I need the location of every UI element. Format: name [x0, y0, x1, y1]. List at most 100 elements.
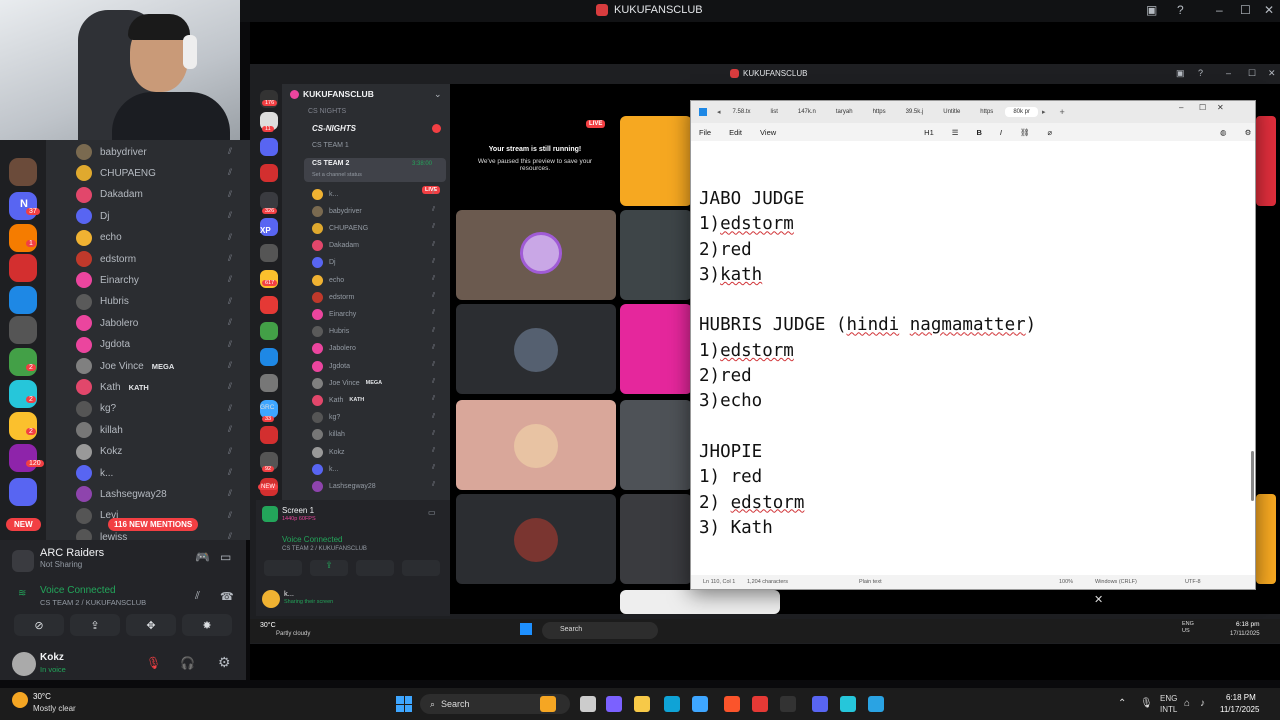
member-row[interactable]: Dakadam: [76, 185, 143, 205]
weather-temp[interactable]: 30°C: [33, 692, 51, 701]
server-icon[interactable]: [9, 224, 37, 252]
chrome-icon[interactable]: [752, 696, 768, 712]
maximize-button[interactable]: ☐: [1240, 3, 1251, 17]
inner-username: k...: [284, 589, 295, 598]
language-primary[interactable]: ENG: [1160, 694, 1177, 703]
weather-icon[interactable]: [12, 692, 28, 708]
telegram-icon[interactable]: [868, 696, 884, 712]
member-row[interactable]: Kokz: [76, 442, 122, 462]
text-line: 1)edstorm: [699, 339, 1247, 364]
language-secondary[interactable]: INTL: [1160, 705, 1177, 714]
store-icon[interactable]: [692, 696, 708, 712]
vpn-icon[interactable]: [840, 696, 856, 712]
server-icon[interactable]: [9, 254, 37, 282]
settings-icon[interactable]: ⚙: [218, 654, 231, 671]
member-name: Dj: [100, 210, 110, 222]
member-name: Kokz: [100, 446, 123, 458]
inner-member-name: Kath: [329, 396, 344, 404]
member-row[interactable]: Jgdota: [76, 335, 130, 355]
activities-button[interactable]: ✥: [126, 614, 176, 636]
brave-icon[interactable]: [724, 696, 740, 712]
new-pill[interactable]: NEW: [6, 518, 41, 531]
soundboard-button[interactable]: ✸: [182, 614, 232, 636]
member-row[interactable]: Lashsegway28: [76, 484, 167, 504]
copilot-icon[interactable]: [606, 696, 622, 712]
inner-member-avatar: [312, 463, 323, 475]
member-row[interactable]: k...: [76, 463, 113, 483]
camera-button[interactable]: ⊘: [14, 614, 64, 636]
discord-icon[interactable]: [812, 696, 828, 712]
disconnect-icon[interactable]: ☎: [220, 590, 234, 603]
help-icon[interactable]: ?: [1177, 3, 1184, 17]
deafen-icon[interactable]: 🎧: [180, 656, 195, 670]
screen-quality: 1440p 60FPS: [282, 516, 316, 522]
member-row[interactable]: Jabolero: [76, 313, 138, 333]
text-line: [699, 288, 1247, 313]
member-row[interactable]: Hubris: [76, 292, 129, 312]
server-icon[interactable]: [9, 478, 37, 506]
channel-cs-team-2: CS TEAM 2: [312, 160, 350, 167]
notepad-tabs: ◂ 7.58.tx list 147k.n taryah https 39.5k.j Unti…: [691, 101, 1255, 123]
controller-icon[interactable]: 🎮: [195, 550, 210, 564]
screen-icon[interactable]: ▣: [1146, 3, 1157, 17]
muted-mic-icon: ⫽: [228, 295, 233, 306]
member-name: k...: [100, 467, 114, 479]
new-mentions-pill[interactable]: 116 NEW MENTIONS: [108, 518, 199, 531]
voice-status[interactable]: Voice Connected: [40, 585, 116, 596]
member-row[interactable]: edstorm: [76, 249, 136, 269]
edge-icon[interactable]: [664, 696, 680, 712]
pen-icon[interactable]: [780, 696, 796, 712]
server-icon[interactable]: [9, 348, 37, 376]
volume-icon[interactable]: ♪: [1200, 698, 1205, 709]
server-icon[interactable]: [9, 158, 37, 186]
inner-member-row: k...: [312, 461, 338, 477]
clock-date[interactable]: 11/17/2025: [1220, 705, 1259, 714]
participant-avatar: [520, 232, 562, 274]
weather-desc[interactable]: Mostly clear: [33, 704, 76, 713]
voice-channel[interactable]: CS TEAM 2 / KUKUFANSCLUB: [40, 598, 146, 607]
member-row[interactable]: killah: [76, 420, 123, 440]
minimize-button[interactable]: –: [1216, 3, 1223, 17]
noise-suppression-icon[interactable]: ⫽: [195, 590, 200, 603]
inner-muted-icon: ⫽: [432, 429, 436, 437]
file-explorer-icon[interactable]: [634, 696, 650, 712]
inner-user-status: Sharing their screen: [284, 599, 334, 605]
member-row[interactable]: Kath KATH: [76, 377, 149, 397]
member-row[interactable]: kg?: [76, 399, 116, 419]
username[interactable]: Kokz: [40, 652, 64, 663]
member-row[interactable]: CHUPAENG: [76, 163, 156, 183]
notepad-app-icon: [699, 108, 707, 116]
webcam-overlay: [0, 0, 240, 140]
inner-member-row: Kath KATH: [312, 392, 364, 408]
mute-icon[interactable]: 🎙: [146, 656, 161, 670]
tray-mic-icon[interactable]: 🎙: [1140, 698, 1153, 709]
tray-chevron-icon[interactable]: ⌃: [1118, 698, 1126, 709]
widgets-icon[interactable]: [540, 696, 556, 712]
inner-member-avatar: [312, 257, 323, 269]
server-badge: 2: [26, 428, 36, 435]
task-view-icon[interactable]: [580, 696, 596, 712]
member-row[interactable]: echo: [76, 228, 122, 248]
text-segment: 3): [699, 264, 721, 285]
server-icon[interactable]: [9, 286, 37, 314]
server-icon[interactable]: [9, 380, 37, 408]
inner-member-row: kg?: [312, 410, 340, 426]
clock-time[interactable]: 6:18 PM: [1226, 693, 1256, 702]
start-icon[interactable]: [396, 696, 412, 712]
server-icon[interactable]: [9, 412, 37, 440]
inner-user-panel: Screen 1 1440p 60FPS ▭ Voice Connected C…: [256, 500, 450, 616]
server-icon[interactable]: [9, 316, 37, 344]
member-row[interactable]: babydriver: [76, 142, 147, 162]
close-button[interactable]: ✕: [1264, 3, 1274, 17]
share-screen-icon[interactable]: ▭: [220, 550, 231, 564]
server-icon[interactable]: [9, 444, 37, 472]
user-status: In voice: [40, 665, 66, 674]
member-row[interactable]: Dj: [76, 206, 109, 226]
avatar[interactable]: [12, 652, 36, 676]
screen-share-button[interactable]: ⇪: [70, 614, 120, 636]
notepad-close-icon: ✕: [1217, 103, 1224, 112]
member-row[interactable]: Einarchy: [76, 270, 139, 290]
member-row[interactable]: Joe Vince MEGA: [76, 356, 174, 376]
network-icon[interactable]: ⌂: [1184, 698, 1190, 709]
member-avatar: [76, 443, 92, 460]
